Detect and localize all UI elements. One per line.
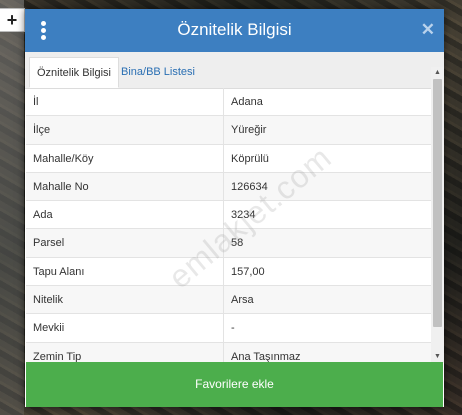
row-value: 157,00: [231, 265, 265, 278]
table-row: Parsel 58: [26, 229, 431, 258]
row-key: Tapu Alanı: [26, 257, 224, 286]
row-value: 58: [231, 237, 244, 250]
row-key: İl: [26, 88, 224, 116]
scroll-thumb[interactable]: [433, 79, 442, 327]
row-value: 3234: [231, 209, 256, 222]
table-row: Mevkii -: [26, 314, 431, 343]
row-key: İlçe: [26, 116, 224, 144]
map-road: [0, 0, 24, 415]
zoom-in-button[interactable]: +: [0, 8, 25, 32]
row-key: Nitelik: [26, 286, 224, 314]
dialog-title: Öznitelik Bilgisi: [177, 20, 292, 39]
dialog-header: Öznitelik Bilgisi ✕: [25, 9, 444, 52]
table-row: Tapu Alanı 157,00: [26, 257, 431, 287]
dialog-footer: Favorilere ekle: [26, 362, 443, 407]
row-key: Mahalle/Köy: [26, 144, 224, 172]
row-key: Zemin Tip: [26, 342, 224, 362]
table-row: İlçe Yüreğir: [26, 116, 431, 145]
close-icon[interactable]: ✕: [421, 20, 435, 40]
table-scrollbar[interactable]: ▲ ▼: [431, 67, 444, 363]
row-key: Parsel: [26, 229, 224, 257]
row-value: Köprülü: [231, 152, 269, 165]
scroll-up-arrow-icon[interactable]: ▲: [431, 67, 444, 79]
row-value: 126634: [231, 180, 268, 193]
row-key: Mahalle No: [26, 172, 224, 201]
row-key: Ada: [26, 201, 224, 229]
row-value: Adana: [231, 96, 263, 108]
tab-building-list[interactable]: Bina/BB Listesi: [114, 57, 202, 88]
row-value: -: [231, 322, 235, 335]
table-row: İl Adana: [26, 88, 431, 117]
row-value: Ana Taşınmaz: [231, 350, 301, 362]
table-row: Zemin Tip Ana Taşınmaz: [26, 342, 431, 362]
row-value: Yüreğir: [231, 124, 267, 137]
attribute-table: İl Adana İlçe Yüreğir Mahalle/Köy Köprül…: [26, 88, 431, 362]
tab-attribute-info[interactable]: Öznitelik Bilgisi: [29, 57, 119, 88]
row-key: Mevkii: [26, 314, 224, 342]
table-row: Ada 3234: [26, 201, 431, 230]
table-row: Mahalle/Köy Köprülü: [26, 144, 431, 173]
row-value: Arsa: [231, 294, 254, 307]
add-to-favorites-button[interactable]: Favorilere ekle: [26, 362, 443, 405]
table-row: Mahalle No 126634: [26, 172, 431, 202]
table-row: Nitelik Arsa: [26, 286, 431, 315]
attribute-dialog: Öznitelik Bilgisi ✕ Öznitelik Bilgisi Bi…: [25, 9, 444, 407]
tab-bar: Öznitelik Bilgisi Bina/BB Listesi: [25, 52, 444, 89]
